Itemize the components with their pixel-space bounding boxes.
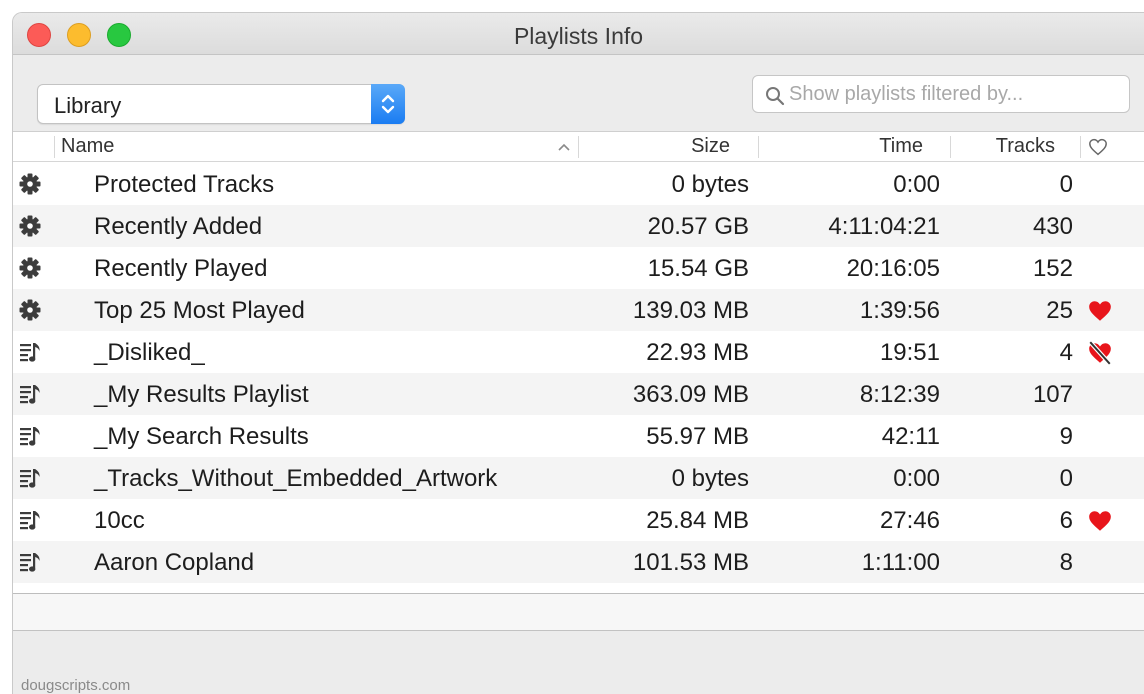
playlist-name: _Tracks_Without_Embedded_Artwork bbox=[94, 465, 498, 492]
playlist-icon bbox=[19, 467, 41, 489]
search-input[interactable] bbox=[789, 80, 1119, 108]
playlist-icon bbox=[19, 383, 41, 405]
playlist-time: 8:12:39 bbox=[859, 381, 940, 408]
column-separator[interactable] bbox=[950, 136, 951, 158]
playlist-track-count: 9 bbox=[1059, 423, 1073, 450]
playlist-name: Aaron Copland bbox=[94, 549, 255, 576]
column-separator[interactable] bbox=[1080, 136, 1081, 158]
playlist-track-count: 430 bbox=[1032, 213, 1073, 240]
playlist-name: 10cc bbox=[94, 507, 145, 534]
playlist-track-count: 0 bbox=[1059, 465, 1073, 492]
playlist-size: 22.93 MB bbox=[646, 339, 749, 366]
playlist-time: 0:00 bbox=[893, 465, 940, 492]
playlist-name: Top 25 Most Played bbox=[94, 297, 305, 324]
table-row[interactable]: _Disliked_ 22.93 MB 19:51 4 bbox=[13, 331, 1144, 373]
gear-icon bbox=[19, 215, 41, 237]
playlist-size: 20.57 GB bbox=[647, 213, 749, 240]
title-bar[interactable]: Playlists Info bbox=[13, 13, 1144, 55]
popup-chevrons-icon bbox=[371, 84, 405, 124]
playlist-size: 15.54 GB bbox=[647, 255, 749, 282]
column-header-tracks[interactable]: Tracks bbox=[996, 135, 1055, 158]
playlist-time: 0:00 bbox=[893, 171, 940, 198]
gear-icon bbox=[19, 257, 41, 279]
credit-text: dougscripts.com bbox=[21, 677, 131, 694]
playlist-time: 20:16:05 bbox=[846, 255, 940, 282]
status-bar bbox=[13, 594, 1144, 631]
heart-outline-icon[interactable] bbox=[1088, 138, 1108, 156]
table-row[interactable]: _Tracks_Without_Embedded_Artwork 0 bytes 0… bbox=[13, 457, 1144, 499]
column-header-size[interactable]: Size bbox=[691, 135, 730, 158]
source-popup-label: Library bbox=[54, 93, 122, 118]
playlist-name: Protected Tracks bbox=[94, 171, 275, 198]
playlist-icon bbox=[19, 509, 41, 531]
playlist-name: Recently Added bbox=[94, 213, 263, 240]
playlist-size: 55.97 MB bbox=[646, 423, 749, 450]
search-field[interactable] bbox=[752, 75, 1130, 113]
source-popup-button[interactable]: Library bbox=[37, 84, 405, 124]
gear-icon bbox=[19, 299, 41, 321]
loved-heart-icon[interactable] bbox=[1087, 509, 1113, 533]
playlists-table[interactable]: Name Size Time Tracks Protected Tracks 0 … bbox=[13, 131, 1144, 594]
table-row[interactable]: _My Search Results 55.97 MB 42:11 9 bbox=[13, 415, 1144, 457]
window-title: Playlists Info bbox=[513, 23, 644, 49]
playlist-track-count: 107 bbox=[1032, 381, 1073, 408]
column-header-name[interactable]: Name bbox=[61, 135, 114, 158]
table-row[interactable]: _My Results Playlist 363.09 MB 8:12:39 107 bbox=[13, 373, 1144, 415]
table-row[interactable]: Aaron Copland 101.53 MB 1:11:00 8 bbox=[13, 541, 1144, 583]
loved-heart-icon[interactable] bbox=[1087, 299, 1113, 323]
playlist-icon bbox=[19, 341, 41, 363]
disliked-heart-icon[interactable] bbox=[1087, 340, 1113, 366]
playlist-time: 42:11 bbox=[881, 423, 940, 450]
playlist-size: 363.09 MB bbox=[632, 381, 749, 408]
table-row[interactable]: Recently Played 15.54 GB 20:16:05 152 bbox=[13, 247, 1144, 289]
playlist-size: 25.84 MB bbox=[646, 507, 749, 534]
playlist-time: 4:11:04:21 bbox=[828, 213, 940, 240]
playlist-icon bbox=[19, 551, 41, 573]
playlist-track-count: 152 bbox=[1032, 255, 1073, 282]
column-header-time[interactable]: Time bbox=[879, 135, 923, 158]
playlist-track-count: 25 bbox=[1046, 297, 1073, 324]
column-separator[interactable] bbox=[758, 136, 759, 158]
playlist-name: _Disliked_ bbox=[94, 339, 205, 366]
playlist-size: 0 bytes bbox=[671, 465, 749, 492]
playlist-name: _My Search Results bbox=[94, 423, 309, 450]
playlist-track-count: 8 bbox=[1059, 549, 1073, 576]
column-separator[interactable] bbox=[578, 136, 579, 158]
table-row[interactable]: 10cc 25.84 MB 27:46 6 bbox=[13, 499, 1144, 541]
table-row[interactable]: Top 25 Most Played 139.03 MB 1:39:56 25 bbox=[13, 289, 1144, 331]
table-row[interactable]: Protected Tracks 0 bytes 0:00 0 bbox=[13, 163, 1144, 205]
table-header: Name Size Time Tracks bbox=[13, 132, 1144, 162]
sort-ascending-icon bbox=[558, 143, 570, 151]
column-separator[interactable] bbox=[54, 136, 55, 158]
playlist-name: Recently Played bbox=[94, 255, 268, 282]
playlists-info-window: Playlists Info Library Name bbox=[12, 12, 1144, 694]
playlist-time: 19:51 bbox=[879, 339, 940, 366]
gear-icon bbox=[19, 173, 41, 195]
playlist-track-count: 4 bbox=[1059, 339, 1073, 366]
playlist-size: 0 bytes bbox=[671, 171, 749, 198]
playlist-track-count: 6 bbox=[1059, 507, 1073, 534]
playlist-name: _My Results Playlist bbox=[94, 381, 309, 408]
playlist-time: 27:46 bbox=[879, 507, 940, 534]
table-row[interactable]: Recently Added 20.57 GB 4:11:04:21 430 bbox=[13, 205, 1144, 247]
playlist-icon bbox=[19, 425, 41, 447]
playlist-time: 1:11:00 bbox=[861, 549, 940, 576]
magnifier-icon bbox=[766, 87, 785, 106]
playlist-time: 1:39:56 bbox=[859, 297, 940, 324]
playlist-size: 139.03 MB bbox=[632, 297, 749, 324]
playlist-track-count: 0 bbox=[1059, 171, 1073, 198]
toolbar: Library bbox=[13, 55, 1144, 131]
playlist-size: 101.53 MB bbox=[632, 549, 749, 576]
